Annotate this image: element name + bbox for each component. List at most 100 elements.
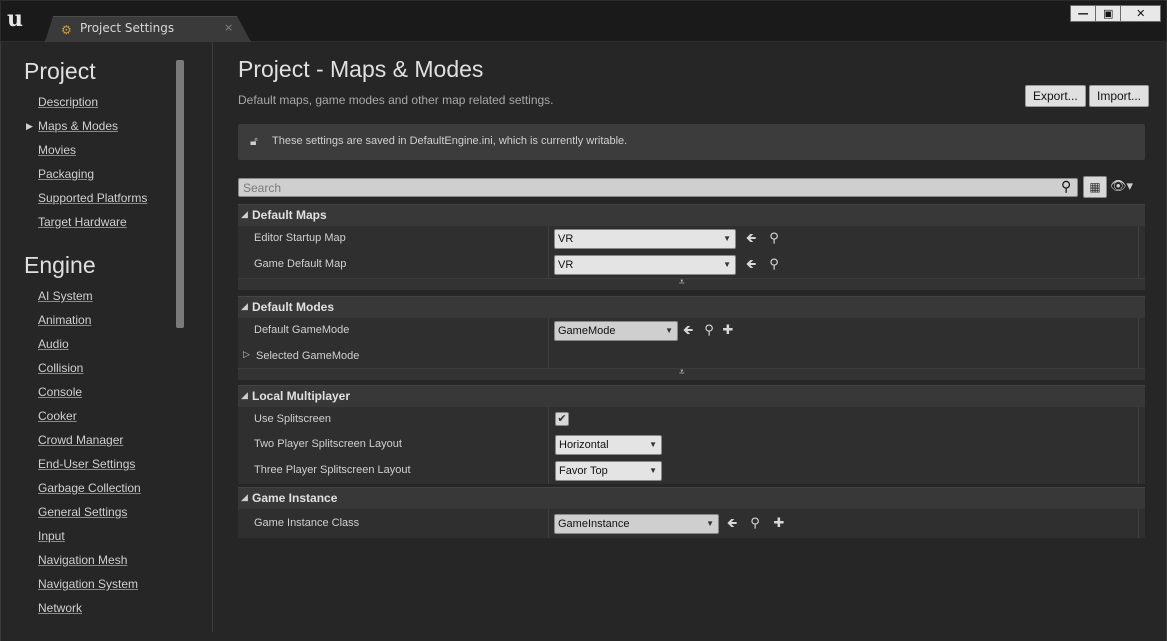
- column-splitter[interactable]: [548, 318, 549, 344]
- section-header[interactable]: ◢ Default Maps: [238, 204, 1145, 226]
- use-selected-arrow-icon[interactable]: 🡸: [724, 516, 740, 532]
- default-gamemode-combo[interactable]: GameMode ▼: [554, 321, 678, 341]
- add-icon[interactable]: ✚: [720, 323, 736, 339]
- lock-icon: 🔓︎: [250, 134, 258, 148]
- combo-value: GameMode: [558, 325, 616, 337]
- sidebar-item-supported-platforms[interactable]: Supported Platforms: [9, 186, 181, 210]
- sidebar-item-navigation-system[interactable]: Navigation System: [9, 572, 181, 596]
- use-selected-arrow-icon[interactable]: 🡸: [743, 231, 759, 247]
- sidebar-item-movies[interactable]: Movies: [9, 138, 181, 162]
- use-selected-arrow-icon[interactable]: 🡸: [680, 323, 696, 339]
- game-instance-class-combo[interactable]: GameInstance ▼: [554, 514, 719, 534]
- combo-value: Favor Top: [559, 465, 608, 477]
- use-splitscreen-label: Use Splitscreen: [254, 413, 332, 425]
- column-splitter[interactable]: [548, 432, 549, 458]
- three-player-layout-label: Three Player Splitscreen Layout: [254, 464, 411, 476]
- use-selected-arrow-icon[interactable]: 🡸: [743, 257, 759, 273]
- column-splitter[interactable]: [548, 344, 549, 368]
- editor-startup-map-combo[interactable]: VR ▼: [554, 229, 736, 249]
- page-subtitle: Default maps, game modes and other map r…: [238, 93, 554, 107]
- expand-advanced-icon[interactable]: ⩡: [679, 367, 685, 378]
- sidebar-item-animation[interactable]: Animation: [9, 308, 181, 332]
- row-edge: [1138, 458, 1139, 484]
- chevron-down-icon: ▼: [723, 260, 731, 269]
- section-title: Default Maps: [252, 208, 327, 222]
- sidebar-item-description[interactable]: Description: [9, 90, 181, 114]
- config-notice: 🔓︎ These settings are saved in DefaultEn…: [238, 124, 1145, 160]
- gear-icon: ⚙: [61, 23, 72, 37]
- use-splitscreen-checkbox[interactable]: ✔: [555, 412, 569, 426]
- add-icon[interactable]: ✚: [771, 516, 787, 532]
- tab-label: Project Settings: [80, 21, 175, 35]
- grid-view-button[interactable]: ▦: [1083, 176, 1107, 198]
- browse-search-icon[interactable]: ⚲: [766, 257, 782, 273]
- advanced-expander: ⩡: [238, 277, 1145, 290]
- sidebar-item-collision[interactable]: Collision: [9, 356, 181, 380]
- combo-value: VR: [558, 233, 574, 245]
- chevron-down-icon: ▼: [649, 466, 657, 475]
- sidebar-item-ai-system[interactable]: AI System: [9, 284, 181, 308]
- sidebar-item-packaging[interactable]: Packaging: [9, 162, 181, 186]
- sidebar-item-input[interactable]: Input: [9, 524, 181, 548]
- sidebar-item-audio[interactable]: Audio: [9, 332, 181, 356]
- settings-row: ▷ Selected GameMode: [238, 344, 1145, 368]
- search-input[interactable]: [243, 180, 1053, 195]
- minimize-button[interactable]: —: [1071, 6, 1097, 21]
- sidebar-item-network[interactable]: Network: [9, 596, 181, 616]
- expand-advanced-icon[interactable]: ⩡: [679, 277, 685, 288]
- close-tab-icon[interactable]: ×: [224, 21, 233, 34]
- browse-search-icon[interactable]: ⚲: [701, 323, 717, 339]
- close-window-button[interactable]: ✕: [1121, 6, 1161, 21]
- game-default-map-combo[interactable]: VR ▼: [554, 255, 736, 275]
- sidebar-item-end-user-settings[interactable]: End-User Settings: [9, 452, 181, 476]
- sidebar-item-general-settings[interactable]: General Settings: [9, 500, 181, 524]
- row-edge: [1138, 344, 1139, 368]
- import-button[interactable]: Import...: [1089, 85, 1150, 107]
- combo-value: GameInstance: [558, 518, 630, 530]
- sidebar-item-garbage-collection[interactable]: Garbage Collection: [9, 476, 181, 500]
- column-splitter[interactable]: [548, 226, 549, 252]
- sidebar-item-console[interactable]: Console: [9, 380, 181, 404]
- browse-search-icon[interactable]: ⚲: [766, 231, 782, 247]
- section-default-modes: ◢ Default Modes Default GameMode GameMod…: [238, 296, 1145, 380]
- section-header[interactable]: ◢ Default Modes: [238, 296, 1145, 318]
- section-title: Game Instance: [252, 491, 338, 505]
- game-default-map-label: Game Default Map: [254, 258, 347, 270]
- section-header[interactable]: ◢ Game Instance: [238, 487, 1145, 509]
- sidebar-item-crowd-manager[interactable]: Crowd Manager: [9, 428, 181, 452]
- sidebar-item-target-hardware[interactable]: Target Hardware: [9, 210, 181, 234]
- selected-gamemode-label: Selected GameMode: [256, 350, 360, 362]
- two-player-layout-label: Two Player Splitscreen Layout: [254, 438, 402, 450]
- search-icon[interactable]: ⚲: [1061, 179, 1077, 195]
- sidebar-scrollbar[interactable]: [176, 60, 184, 328]
- column-splitter[interactable]: [548, 407, 549, 432]
- sidebar-item-navigation-mesh[interactable]: Navigation Mesh: [9, 548, 181, 572]
- section-header[interactable]: ◢ Local Multiplayer: [238, 385, 1145, 407]
- row-edge: [1138, 432, 1139, 458]
- collapse-arrow-icon: ◢: [241, 210, 248, 220]
- settings-row: Default GameMode GameMode ▼ 🡸 ⚲ ✚: [238, 318, 1145, 344]
- column-splitter[interactable]: [548, 252, 549, 278]
- settings-row: Two Player Splitscreen Layout Horizontal…: [238, 432, 1145, 458]
- maximize-button[interactable]: ▣: [1096, 6, 1122, 21]
- collapse-arrow-icon: ◢: [241, 391, 248, 401]
- sidebar-item-maps-modes[interactable]: ▶ Maps & Modes: [9, 114, 181, 138]
- chevron-down-icon: ▼: [723, 234, 731, 243]
- settings-row: Game Instance Class GameInstance ▼ 🡸 ⚲ ✚: [238, 509, 1145, 538]
- window-controls: — ▣ ✕: [1070, 5, 1161, 22]
- column-splitter[interactable]: [548, 509, 549, 538]
- eye-icon[interactable]: 👁︎▾: [1110, 179, 1142, 195]
- row-edge: [1138, 509, 1139, 538]
- sidebar-item-cooker[interactable]: Cooker: [9, 404, 181, 428]
- two-player-layout-combo[interactable]: Horizontal ▼: [555, 435, 662, 455]
- settings-row: Use Splitscreen ✔: [238, 407, 1145, 432]
- column-splitter[interactable]: [548, 458, 549, 484]
- chevron-down-icon: ▼: [649, 440, 657, 449]
- row-edge: [1138, 252, 1139, 278]
- browse-search-icon[interactable]: ⚲: [747, 516, 763, 532]
- collapse-arrow-icon: ◢: [241, 493, 248, 503]
- expand-arrow-icon[interactable]: ▷: [243, 350, 250, 360]
- tab-project-settings[interactable]: ⚙ Project Settings ×: [45, 16, 251, 42]
- export-button[interactable]: Export...: [1025, 85, 1086, 107]
- three-player-layout-combo[interactable]: Favor Top ▼: [555, 461, 662, 481]
